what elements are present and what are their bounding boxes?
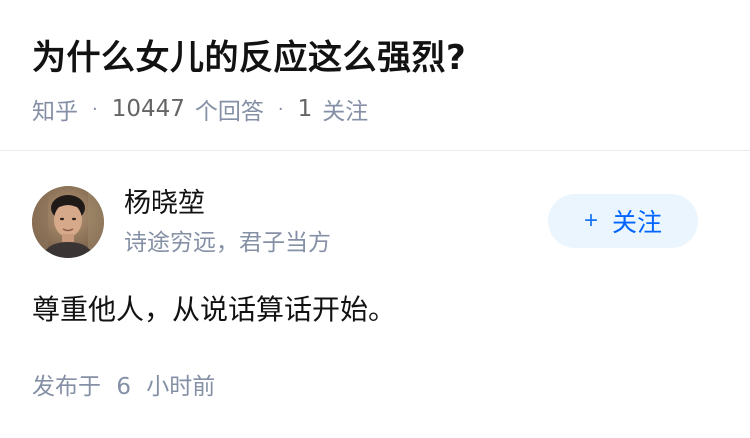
follower-count: 1 [297,96,313,122]
publish-prefix: 发布于 [32,374,101,400]
answer-page: 为什么女儿的反应这么强烈? 知乎 · 10447 个回答 · 1 关注 杨晓堃 … [0,0,750,438]
source-label[interactable]: 知乎 [32,92,78,126]
plus-icon: + [583,207,598,234]
publish-time: 发布于 6 小时前 [32,370,215,404]
answer-count: 10447 [111,96,185,122]
publish-unit: 小时前 [146,374,216,400]
follow-button-label: 关注 [612,209,663,237]
separator-dot: · [277,98,284,120]
answer-count-label: 个回答 [194,99,264,125]
publish-value: 6 [116,374,131,400]
separator-dot: · [92,98,98,120]
avatar-photo-icon [32,186,104,258]
divider [0,150,750,151]
author-name[interactable]: 杨晓堃 [124,186,205,222]
question-title[interactable]: 为什么女儿的反应这么强烈? [32,34,466,82]
question-meta: 知乎 · 10447 个回答 · 1 关注 [32,92,368,126]
answer-text[interactable]: 尊重他人，从说话算话开始。 [32,290,396,330]
follower-label: 关注 [322,99,369,125]
follow-button[interactable]: + 关注 [548,194,698,248]
avatar[interactable] [32,186,104,258]
author-bio: 诗途穷远，君子当方 [124,230,331,256]
